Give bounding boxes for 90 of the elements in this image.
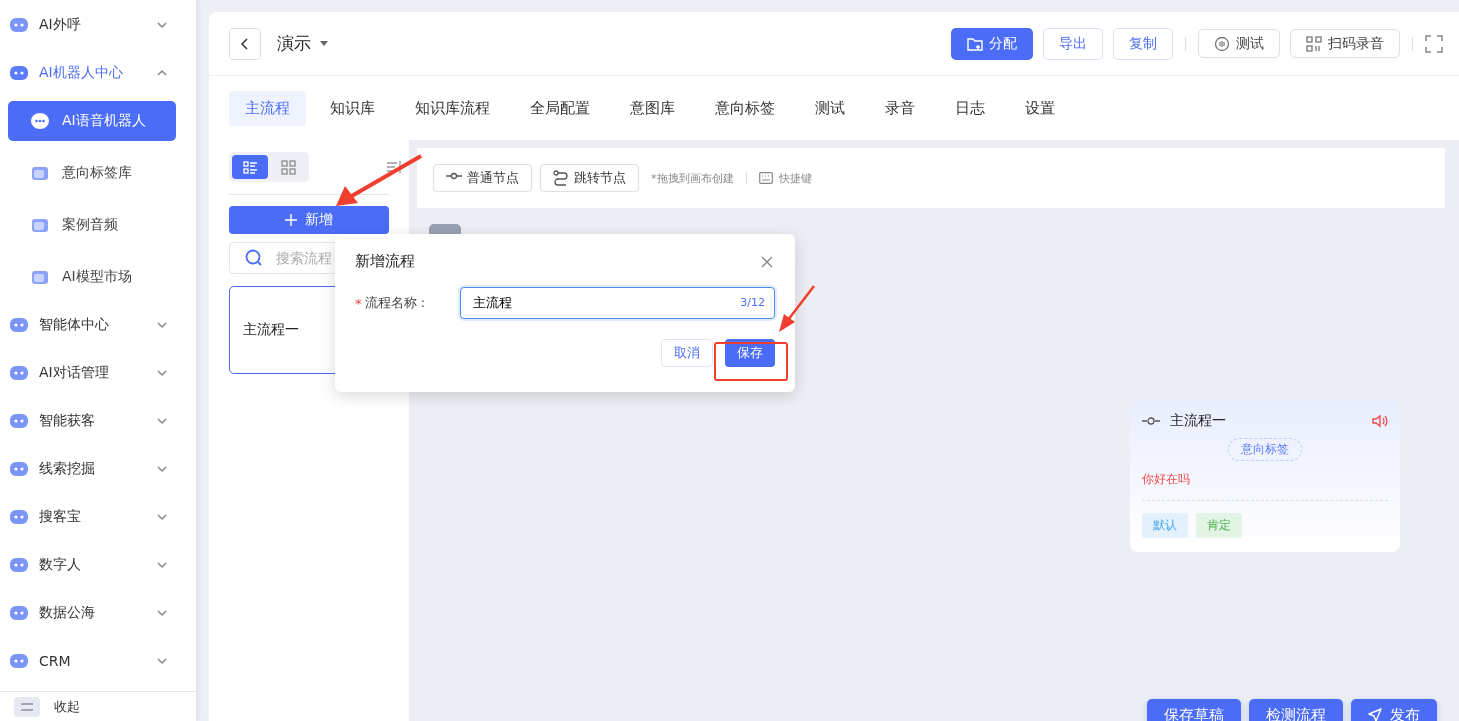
chevron-up-icon: [156, 68, 168, 78]
tab[interactable]: 意图库: [614, 91, 691, 126]
menu-icon: [9, 411, 29, 431]
node-icon: [1142, 416, 1160, 426]
route-icon: [553, 170, 569, 186]
menu-item[interactable]: 搜客宝: [0, 493, 196, 541]
tab[interactable]: 主流程: [229, 91, 306, 126]
tab[interactable]: 日志: [939, 91, 1001, 126]
collapse-panel-icon: [387, 161, 401, 173]
tab[interactable]: 知识库: [314, 91, 391, 126]
menu-item[interactable]: AI外呼: [0, 1, 196, 49]
chevron-down-icon: [156, 368, 168, 378]
character-counter: 3/12: [740, 296, 765, 309]
menu-icon: [9, 315, 29, 335]
node-button[interactable]: 跳转节点: [540, 164, 639, 192]
submenu-item[interactable]: AI模型市场: [8, 257, 176, 297]
grid-icon: [1306, 35, 1322, 52]
submenu-item[interactable]: AI语音机器人: [8, 101, 176, 141]
menu-item[interactable]: 数据公海: [0, 589, 196, 637]
list-view-icon: [242, 159, 258, 175]
menu-item[interactable]: CRM: [0, 637, 196, 685]
tab[interactable]: 设置: [1009, 91, 1071, 126]
speech-text: 你好在吗: [1142, 471, 1191, 488]
toolbar-button[interactable]: 测试: [1198, 29, 1280, 58]
tab[interactable]: 意向标签: [699, 91, 791, 126]
chevron-left-icon: [240, 37, 250, 50]
caret-down-icon: [319, 40, 329, 47]
menu-icon: [30, 111, 50, 131]
chevron-down-icon: [156, 512, 168, 522]
menu-icon: [9, 15, 29, 35]
search-icon: [245, 249, 263, 267]
collapse-label[interactable]: 收起: [54, 697, 80, 716]
speaker-icon: [1372, 414, 1388, 428]
flow-node-card[interactable]: 主流程一 意向标签 你好在吗 默认 肯定: [1130, 400, 1400, 552]
menu-item[interactable]: 数字人: [0, 541, 196, 589]
tab[interactable]: 录音: [869, 91, 931, 126]
grid-view-icon: [280, 159, 296, 175]
action-button[interactable]: 发布: [1351, 699, 1437, 721]
node-button[interactable]: 普通节点: [433, 164, 532, 192]
chevron-down-icon: [156, 320, 168, 330]
save-button[interactable]: 保存: [725, 339, 775, 367]
branch-tag: 默认: [1142, 513, 1188, 538]
annotation-arrow: [776, 284, 816, 334]
send-icon: [1368, 708, 1382, 721]
keyboard-icon: [758, 172, 773, 184]
menu-icon: [9, 603, 29, 623]
action-button[interactable]: 检测流程: [1249, 699, 1343, 721]
tab[interactable]: 知识库流程: [399, 91, 506, 126]
toolbar-button[interactable]: 扫码录音: [1290, 29, 1400, 58]
menu-item[interactable]: AI对话管理: [0, 349, 196, 397]
chevron-down-icon: [156, 656, 168, 666]
submenu-item[interactable]: 案例音频: [8, 205, 176, 245]
toolbar-button[interactable]: 复制: [1113, 27, 1173, 60]
cancel-button[interactable]: 取消: [661, 339, 713, 367]
fullscreen-icon: [1425, 34, 1443, 53]
menu-icon: [9, 651, 29, 671]
chat-bubble-icon: [1214, 35, 1230, 52]
menu-icon: [9, 555, 29, 575]
chevron-down-icon: [156, 416, 168, 426]
menu-item[interactable]: 智能获客: [0, 397, 196, 445]
flow-title-dropdown[interactable]: 演示: [277, 32, 329, 55]
chevron-down-icon: [156, 560, 168, 570]
chevron-down-icon: [156, 464, 168, 474]
tab[interactable]: 全局配置: [514, 91, 606, 126]
required-mark: *: [355, 295, 362, 311]
node-title: 主流程一: [1170, 412, 1226, 430]
toolbar-button[interactable]: 分配: [951, 27, 1033, 60]
chevron-down-icon: [156, 20, 168, 30]
menu-item[interactable]: 智能体中心: [0, 301, 196, 349]
menu-item[interactable]: AI机器人中心: [0, 49, 196, 97]
menu-icon: [9, 363, 29, 383]
submenu-item[interactable]: 意向标签库: [8, 153, 176, 193]
branch-tag: 肯定: [1196, 513, 1242, 538]
menu-icon: [9, 507, 29, 527]
plus-icon: [285, 214, 297, 226]
add-button[interactable]: 新增: [229, 206, 389, 234]
action-button[interactable]: 保存草稿: [1147, 699, 1241, 721]
menu-icon: [9, 459, 29, 479]
hint-text: *拖拽到画布创建: [651, 170, 734, 186]
view-button[interactable]: [232, 155, 268, 179]
toolbar-button[interactable]: 导出: [1043, 27, 1103, 60]
tab[interactable]: 测试: [799, 91, 861, 126]
folder-plus-icon: [967, 35, 983, 52]
back-button[interactable]: [229, 27, 261, 60]
shortcut-link[interactable]: 快捷键: [758, 170, 812, 186]
menu-item[interactable]: 线索挖掘: [0, 445, 196, 493]
close-icon: [761, 255, 773, 268]
chevron-down-icon: [156, 608, 168, 618]
collapse-icon: [14, 696, 40, 717]
menu-icon: [9, 63, 29, 83]
